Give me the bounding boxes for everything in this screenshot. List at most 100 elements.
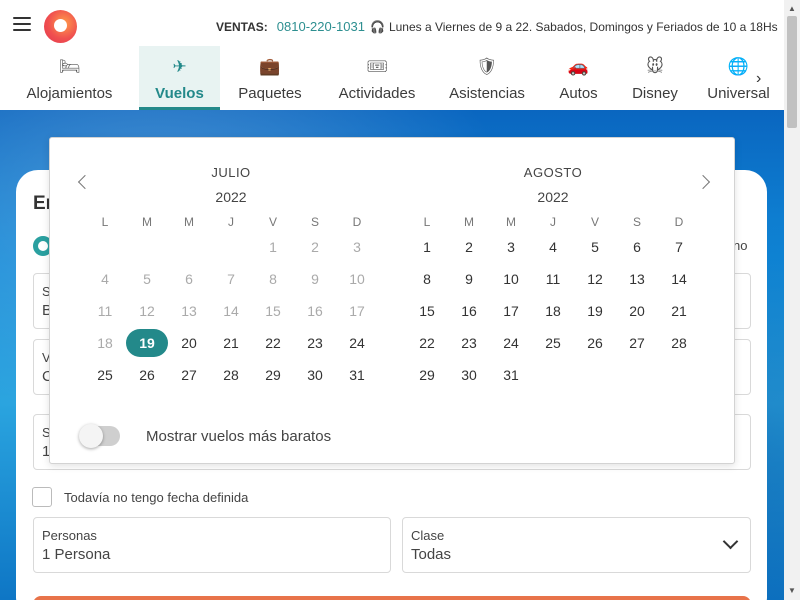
tab-label: Autos [559,85,598,102]
month-year: 2022 [215,189,247,205]
class-label: Clase [411,528,445,543]
suitcase-icon: 💼 [259,57,281,76]
calendar-day[interactable]: 9 [448,263,490,295]
cheapest-flights-toggle-row[interactable]: Mostrar vuelos más baratos [79,424,332,448]
car-icon: 🚗 [567,57,590,76]
sales-info: VENTAS: 0810-220-1031 🎧 Lunes a Viernes … [216,19,778,34]
calendar-day[interactable]: 16 [448,295,490,327]
no-date-label: Todavía no tengo fecha definida [64,489,249,505]
chevron-down-icon [722,533,739,550]
calendar-day: 6 [185,271,193,287]
no-date-checkbox[interactable] [32,487,52,507]
calendar-day[interactable]: 29 [406,359,448,391]
tab-vuelos[interactable]: ✈ Vuelos [139,46,220,110]
calendar-day: 11 [97,303,113,319]
empty-cell [168,231,210,263]
calendar-day[interactable]: 29 [252,359,294,391]
calendar-day[interactable]: 7 [658,231,700,263]
brand-logo[interactable] [44,10,77,43]
empty-cell [84,231,126,263]
empty-cell [210,231,252,263]
calendar-day[interactable]: 17 [490,295,532,327]
tab-label: Paquetes [238,85,302,102]
calendar-day[interactable]: 8 [406,263,448,295]
calendar-day[interactable]: 13 [616,263,658,295]
universal-globe-icon: 🌐 [727,57,750,76]
calendar-day[interactable]: 24 [336,327,378,359]
calendar-day[interactable]: 27 [616,327,658,359]
cheapest-flights-label: Mostrar vuelos más baratos [146,427,332,445]
tab-label: Alojamientos [26,85,113,102]
tab-disney[interactable]: 🐭 Disney [617,46,693,110]
calendar-day[interactable]: 24 [490,327,532,359]
page-scrollbar[interactable]: ▲ ▼ [784,0,800,600]
calendar-day[interactable]: 30 [448,359,490,391]
calendar-day[interactable]: 28 [210,359,252,391]
calendar-day[interactable]: 1 [406,231,448,263]
calendar-day[interactable]: 12 [574,263,616,295]
calendar-day[interactable]: 22 [252,327,294,359]
calendar-day[interactable]: 31 [336,359,378,391]
calendar-day[interactable]: 30 [294,359,336,391]
sales-phone[interactable]: 0810-220-1031 [277,19,365,34]
calendar-day[interactable]: 21 [210,327,252,359]
calendar-day[interactable]: 28 [658,327,700,359]
no-date-row[interactable]: Todavía no tengo fecha definida [32,487,248,507]
tab-actividades[interactable]: 🎟 Actividades [320,46,434,110]
scroll-down-icon[interactable]: ▼ [788,586,796,595]
empty-cell [126,231,168,263]
cheapest-flights-toggle[interactable] [79,424,120,448]
scrollbar-thumb[interactable] [787,16,797,128]
weekday-label: L [423,215,431,229]
persons-field[interactable]: Personas 1 Persona [33,517,391,573]
calendar-day[interactable]: 19 [574,295,616,327]
weekday-label: M [184,215,194,229]
calendar-day[interactable]: 23 [294,327,336,359]
selected-day[interactable]: 19 [126,327,168,359]
calendar-day[interactable]: 31 [490,359,532,391]
tab-universal[interactable]: 🌐 Universal [693,46,784,110]
persons-label: Personas [42,528,97,543]
weekday-label: V [268,215,277,229]
calendar-day[interactable]: 15 [406,295,448,327]
scroll-up-icon[interactable]: ▲ [788,4,796,13]
calendar-day[interactable]: 14 [658,263,700,295]
calendar-day[interactable]: 25 [532,327,574,359]
calendar-day: 18 [97,335,113,351]
calendar-day: 14 [223,303,239,319]
airplane-icon: ✈ [172,57,187,76]
calendar-day[interactable]: 27 [168,359,210,391]
calendar-day[interactable]: 2 [448,231,490,263]
menu-icon[interactable] [13,17,31,31]
tab-autos[interactable]: 🚗 Autos [540,46,617,110]
calendar-day[interactable]: 23 [448,327,490,359]
search-button[interactable] [33,596,751,600]
calendar-day: 17 [349,303,365,319]
calendar-day[interactable]: 6 [616,231,658,263]
trip-type-oneway-label[interactable]: no [733,238,747,253]
weekday-label: M [142,215,152,229]
calendar-day[interactable]: 5 [574,231,616,263]
tab-label: Asistencias [449,85,525,102]
calendar-day: 4 [101,271,109,287]
calendar-day[interactable]: 20 [616,295,658,327]
bed-icon: 🛏 [58,57,81,76]
calendar-day[interactable]: 26 [574,327,616,359]
class-select[interactable]: Clase Todas [402,517,751,573]
calendar-day[interactable]: 25 [84,359,126,391]
calendar-day[interactable]: 20 [168,327,210,359]
calendar-day[interactable]: 21 [658,295,700,327]
calendar-day[interactable]: 4 [532,231,574,263]
weekday-label: S [310,215,319,229]
tab-alojamientos[interactable]: 🛏 Alojamientos [0,46,139,110]
calendar-day[interactable]: 18 [532,295,574,327]
tab-paquetes[interactable]: 💼 Paquetes [220,46,320,110]
chevron-right-icon[interactable]: › [756,70,761,88]
tab-asistencias[interactable]: 🛡 Asistencias [434,46,540,110]
calendar-day[interactable]: 22 [406,327,448,359]
calendar-day: 13 [181,303,197,319]
calendar-day[interactable]: 3 [490,231,532,263]
calendar-day[interactable]: 26 [126,359,168,391]
calendar-day[interactable]: 11 [532,263,574,295]
calendar-day[interactable]: 10 [490,263,532,295]
